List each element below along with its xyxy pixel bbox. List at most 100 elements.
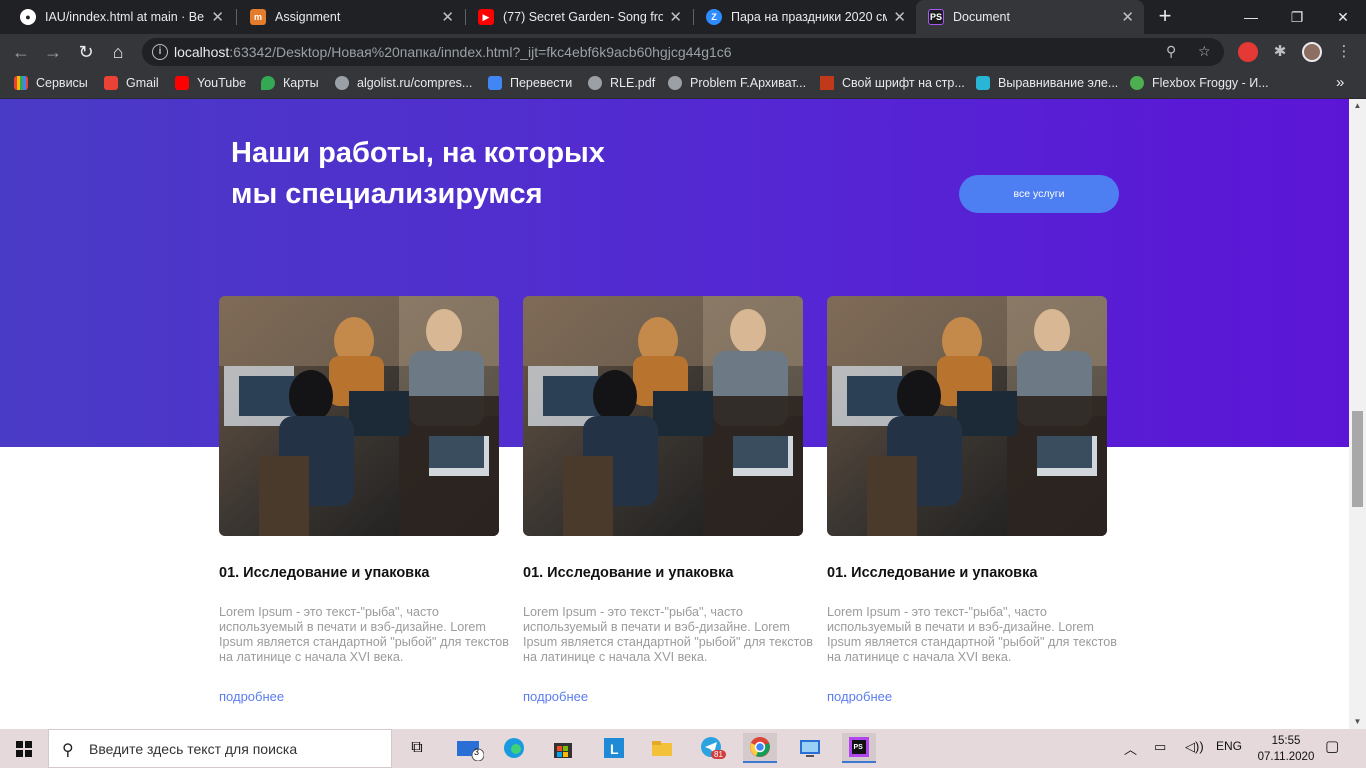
- team-photo: [219, 296, 499, 536]
- back-button[interactable]: ←: [10, 41, 32, 63]
- globe-icon: [668, 76, 682, 90]
- maximize-button[interactable]: ❐: [1274, 0, 1320, 34]
- card-title: 01. Исследование и упаковка: [523, 565, 734, 581]
- address-url[interactable]: localhost:63342/Desktop/Новая%20папка/in…: [174, 44, 732, 60]
- globe-icon: [588, 76, 602, 90]
- close-icon[interactable]: ✕: [211, 8, 224, 26]
- lingualeo-app-icon[interactable]: L: [597, 733, 631, 763]
- bookmark-label: Свой шрифт на стр...: [842, 76, 965, 90]
- card-title: 01. Исследование и упаковка: [219, 565, 430, 581]
- site-info-icon[interactable]: i: [152, 44, 168, 60]
- svg-text:PS: PS: [854, 744, 864, 751]
- profile-avatar[interactable]: [1302, 42, 1322, 62]
- tab-title: (77) Secret Garden- Song from: [503, 10, 664, 24]
- scroll-down-icon[interactable]: ▼: [1349, 715, 1366, 729]
- extensions-puzzle-icon[interactable]: ✱: [1270, 42, 1290, 62]
- mail-app-icon[interactable]: 3: [452, 733, 486, 763]
- chrome-app-icon[interactable]: [743, 733, 777, 763]
- bookmark-translate[interactable]: Перевести: [488, 76, 572, 90]
- close-icon[interactable]: ✕: [893, 8, 906, 26]
- store-app-icon[interactable]: [546, 733, 580, 763]
- bookmark-services[interactable]: Сервисы: [14, 76, 88, 90]
- close-icon[interactable]: ✕: [441, 8, 454, 26]
- card-text: Lorem Ipsum - это текст-"рыба", часто ис…: [523, 605, 813, 664]
- more-link[interactable]: подробнее: [523, 689, 819, 704]
- remote-desktop-icon[interactable]: [793, 733, 827, 763]
- address-bar[interactable]: i localhost:63342/Desktop/Новая%20папка/…: [142, 38, 1224, 66]
- card-text: Lorem Ipsum - это текст-"рыба", часто ис…: [827, 605, 1117, 664]
- extension-adblock-icon[interactable]: [1238, 42, 1258, 62]
- bookmark-algolist[interactable]: algolist.ru/compres...: [335, 76, 472, 90]
- bookmark-flexbox-froggy[interactable]: Flexbox Froggy - И...: [1130, 76, 1269, 90]
- bookmark-label: RLE.pdf: [610, 76, 656, 90]
- home-button[interactable]: ⌂: [107, 41, 129, 63]
- taskbar-clock[interactable]: 15:55 07.11.2020: [1256, 733, 1316, 765]
- language-indicator[interactable]: ENG: [1216, 739, 1242, 753]
- tab-document[interactable]: PS Document ✕: [916, 0, 1144, 34]
- bookmark-label: Карты: [283, 76, 319, 90]
- bookmark-star-icon[interactable]: ☆: [1198, 43, 1211, 60]
- frog-icon: [1130, 76, 1144, 90]
- bookmark-align[interactable]: Выравнивание эле...: [976, 76, 1118, 90]
- notifications-icon[interactable]: ▢: [1325, 737, 1339, 755]
- bookmark-label: Выравнивание эле...: [998, 76, 1119, 90]
- start-button[interactable]: [0, 729, 48, 768]
- github-icon: ●: [20, 9, 36, 25]
- new-tab-button[interactable]: +: [1154, 5, 1176, 27]
- scroll-up-icon[interactable]: ▲: [1349, 99, 1366, 113]
- bookmark-label: algolist.ru/compres...: [357, 76, 473, 90]
- section-title-line: мы специализирумся: [231, 178, 543, 210]
- task-view-icon[interactable]: ⧉: [400, 733, 434, 763]
- translate-icon: [488, 76, 502, 90]
- phpstorm-app-icon[interactable]: PS: [842, 733, 876, 763]
- more-link[interactable]: подробнее: [219, 689, 515, 704]
- bookmark-label: Сервисы: [36, 76, 88, 90]
- close-icon[interactable]: ✕: [669, 8, 682, 26]
- minimize-button[interactable]: —: [1228, 0, 1274, 34]
- more-bookmarks-icon[interactable]: »: [1336, 74, 1344, 91]
- tab-youtube[interactable]: ▶ (77) Secret Garden- Song from ✕: [466, 0, 692, 34]
- close-window-button[interactable]: ✕: [1320, 0, 1366, 34]
- clock-time: 15:55: [1271, 735, 1301, 747]
- page-viewport: Наши работы, на которых мы специализирум…: [0, 99, 1349, 729]
- address-path: :63342/Desktop/Новая%20папка/inndex.html…: [229, 44, 732, 60]
- youtube-icon: [175, 76, 189, 90]
- menu-kebab-icon[interactable]: ⋮: [1334, 42, 1354, 62]
- all-services-button[interactable]: все услуги: [959, 175, 1119, 213]
- volume-icon[interactable]: ◁)): [1185, 739, 1204, 755]
- telegram-app-icon[interactable]: 81: [695, 733, 729, 763]
- more-link[interactable]: подробнее: [827, 689, 1123, 704]
- file-explorer-icon[interactable]: [645, 733, 679, 763]
- bookmark-label: Gmail: [126, 76, 159, 90]
- work-card: 01. Исследование и упаковка Lorem Ipsum …: [827, 296, 1123, 704]
- scrollbar-thumb[interactable]: [1352, 411, 1363, 507]
- page-scrollbar[interactable]: ▲ ▼: [1349, 99, 1366, 729]
- reload-button[interactable]: ↻: [75, 41, 97, 63]
- team-photo: [523, 296, 803, 536]
- zoom-search-icon[interactable]: ⚲: [1166, 43, 1176, 60]
- battery-icon[interactable]: ▭: [1154, 739, 1166, 755]
- bookmark-gmail[interactable]: Gmail: [104, 76, 159, 90]
- work-card: 01. Исследование и упаковка Lorem Ipsum …: [523, 296, 819, 704]
- edge-app-icon[interactable]: [497, 733, 531, 763]
- close-icon[interactable]: ✕: [1121, 8, 1134, 26]
- card-title: 01. Исследование и упаковка: [827, 565, 1038, 581]
- forward-button[interactable]: →: [42, 41, 64, 63]
- bookmark-maps[interactable]: Карты: [261, 76, 319, 90]
- bookmark-problem[interactable]: Problem F.Архиват...: [668, 76, 806, 90]
- mail-badge: 3: [474, 747, 480, 757]
- tab-title: Пара на праздники 2020 смот: [731, 10, 888, 24]
- tab-assignment[interactable]: m Assignment ✕: [238, 0, 464, 34]
- address-host: localhost: [174, 44, 230, 60]
- card-text: Lorem Ipsum - это текст-"рыба", часто ис…: [219, 605, 509, 664]
- search-placeholder: Введите здесь текст для поиска: [89, 741, 298, 757]
- taskbar-search[interactable]: ⚲ Введите здесь текст для поиска: [48, 729, 392, 768]
- bookmark-rle[interactable]: RLE.pdf: [588, 76, 655, 90]
- windows-taskbar: ⚲ Введите здесь текст для поиска ⧉ 3 L 8…: [0, 729, 1366, 768]
- tab-divider: [236, 9, 237, 25]
- tab-github[interactable]: ● IAU/inndex.html at main · Bem ✕: [8, 0, 234, 34]
- tab-zoom[interactable]: Z Пара на праздники 2020 смот ✕: [694, 0, 916, 34]
- bookmark-youtube[interactable]: YouTube: [175, 76, 246, 90]
- tray-chevron-up-icon[interactable]: ︿: [1124, 739, 1137, 758]
- bookmark-font[interactable]: Свой шрифт на стр...: [820, 76, 965, 90]
